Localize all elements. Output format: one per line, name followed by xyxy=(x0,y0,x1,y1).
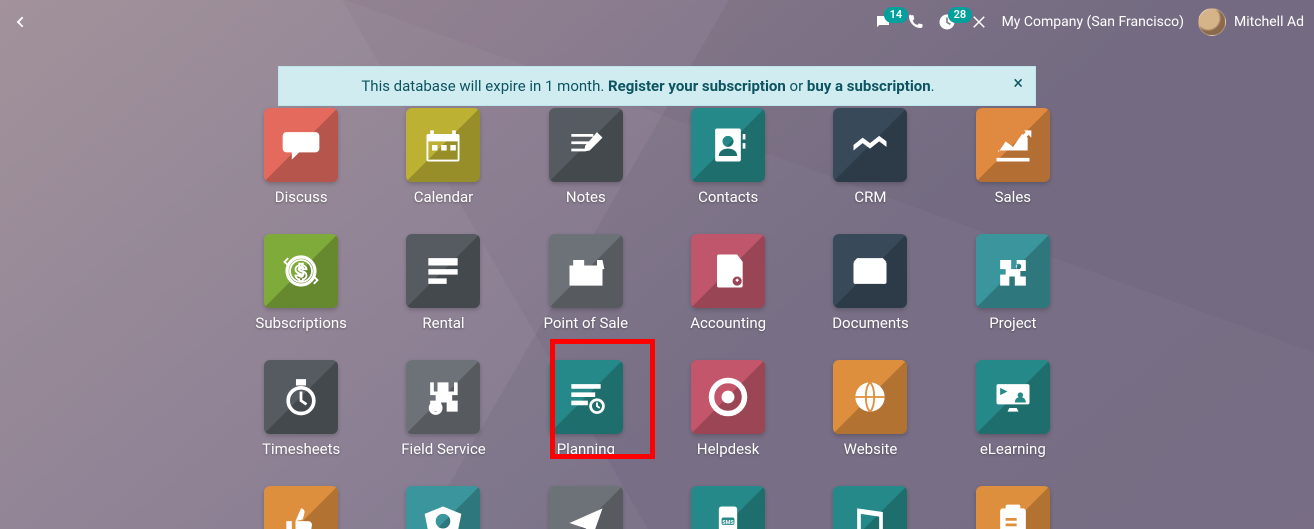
app-partial-3[interactable] xyxy=(549,486,623,529)
app-label: Documents xyxy=(832,314,909,332)
thumbsup-icon xyxy=(264,486,338,529)
app-partial-1[interactable] xyxy=(264,486,338,529)
app-label: Discuss xyxy=(275,188,328,206)
activities-badge: 28 xyxy=(948,7,973,23)
fieldservice-icon xyxy=(406,360,480,434)
app-label: Project xyxy=(989,314,1036,332)
book-icon xyxy=(833,486,907,529)
tools-icon[interactable] xyxy=(970,13,988,31)
app-fieldservice[interactable]: Field Service xyxy=(401,360,486,458)
app-label: Subscriptions xyxy=(255,314,346,332)
app-partial-4[interactable]: SMS xyxy=(691,486,765,529)
app-notes[interactable]: Notes xyxy=(549,108,623,206)
messages-badge: 14 xyxy=(884,7,909,23)
app-label: CRM xyxy=(854,188,886,206)
sms-icon: SMS xyxy=(691,486,765,529)
app-calendar[interactable]: Calendar xyxy=(406,108,480,206)
app-label: Helpdesk xyxy=(697,440,759,458)
user-menu[interactable]: Mitchell Ad xyxy=(1198,8,1304,36)
discuss-icon xyxy=(264,108,338,182)
app-label: eLearning xyxy=(980,440,1046,458)
app-sales[interactable]: Sales xyxy=(976,108,1050,206)
app-elearning[interactable]: eLearning xyxy=(976,360,1050,458)
app-website[interactable]: Website xyxy=(833,360,907,458)
app-label: Timesheets xyxy=(262,440,340,458)
notes-icon xyxy=(549,108,623,182)
svg-text:$: $ xyxy=(297,263,305,281)
send-icon xyxy=(549,486,623,529)
topbar: 14 28 My Company (San Francisco) Mitchel… xyxy=(0,0,1314,44)
app-grid: Discuss Calendar Notes Contacts CRM Sale… xyxy=(252,108,1062,529)
user-name: Mitchell Ad xyxy=(1234,14,1304,30)
crm-icon xyxy=(833,108,907,182)
app-partial-5[interactable] xyxy=(833,486,907,529)
banner-close-button[interactable]: × xyxy=(1013,75,1023,93)
app-label: Rental xyxy=(422,314,464,332)
company-selector[interactable]: My Company (San Francisco) xyxy=(1002,14,1184,30)
app-label: Point of Sale xyxy=(544,314,629,332)
website-icon xyxy=(833,360,907,434)
app-label: Notes xyxy=(566,188,606,206)
app-rental[interactable]: Rental xyxy=(406,234,480,332)
app-pos[interactable]: Point of Sale xyxy=(544,234,629,332)
app-discuss[interactable]: Discuss xyxy=(264,108,338,206)
app-label: Planning xyxy=(557,440,615,458)
app-partial-6[interactable] xyxy=(976,486,1050,529)
helpdesk-icon xyxy=(691,360,765,434)
gear-badge-icon xyxy=(406,486,480,529)
app-label: Website xyxy=(844,440,898,458)
banner-text-mid: or xyxy=(786,77,807,95)
app-subscriptions[interactable]: $ Subscriptions xyxy=(255,234,346,332)
banner-text-prefix: This database will expire in 1 month. xyxy=(361,77,608,95)
banner-link-register[interactable]: Register your subscription xyxy=(608,77,786,95)
app-helpdesk[interactable]: Helpdesk xyxy=(691,360,765,458)
messages-icon[interactable]: 14 xyxy=(874,13,892,31)
accounting-icon xyxy=(691,234,765,308)
subscriptions-icon: $ xyxy=(264,234,338,308)
app-label: Calendar xyxy=(414,188,474,206)
app-planning[interactable]: Planning xyxy=(549,360,623,458)
app-partial-2[interactable] xyxy=(406,486,480,529)
elearning-icon xyxy=(976,360,1050,434)
calendar-icon xyxy=(406,108,480,182)
activities-icon[interactable]: 28 xyxy=(938,13,956,31)
pos-icon xyxy=(549,234,623,308)
contacts-icon xyxy=(691,108,765,182)
avatar xyxy=(1198,8,1226,36)
app-documents[interactable]: Documents xyxy=(832,234,909,332)
app-label: Contacts xyxy=(698,188,758,206)
app-label: Accounting xyxy=(690,314,766,332)
back-button[interactable] xyxy=(8,10,32,34)
app-contacts[interactable]: Contacts xyxy=(691,108,765,206)
subscription-banner: This database will expire in 1 month. Re… xyxy=(278,66,1036,106)
sales-icon xyxy=(976,108,1050,182)
banner-link-buy[interactable]: buy a subscription xyxy=(807,77,931,95)
project-icon xyxy=(976,234,1050,308)
app-accounting[interactable]: Accounting xyxy=(690,234,766,332)
app-project[interactable]: Project xyxy=(976,234,1050,332)
phone-icon[interactable] xyxy=(906,13,924,31)
documents-icon xyxy=(833,234,907,308)
clipboard-icon xyxy=(976,486,1050,529)
banner-text-suffix: . xyxy=(931,77,935,95)
app-timesheets[interactable]: Timesheets xyxy=(262,360,340,458)
timesheets-icon xyxy=(264,360,338,434)
rental-icon xyxy=(406,234,480,308)
planning-icon xyxy=(549,360,623,434)
app-label: Field Service xyxy=(401,440,486,458)
app-crm[interactable]: CRM xyxy=(833,108,907,206)
app-label: Sales xyxy=(995,188,1031,206)
svg-text:SMS: SMS xyxy=(722,520,734,526)
